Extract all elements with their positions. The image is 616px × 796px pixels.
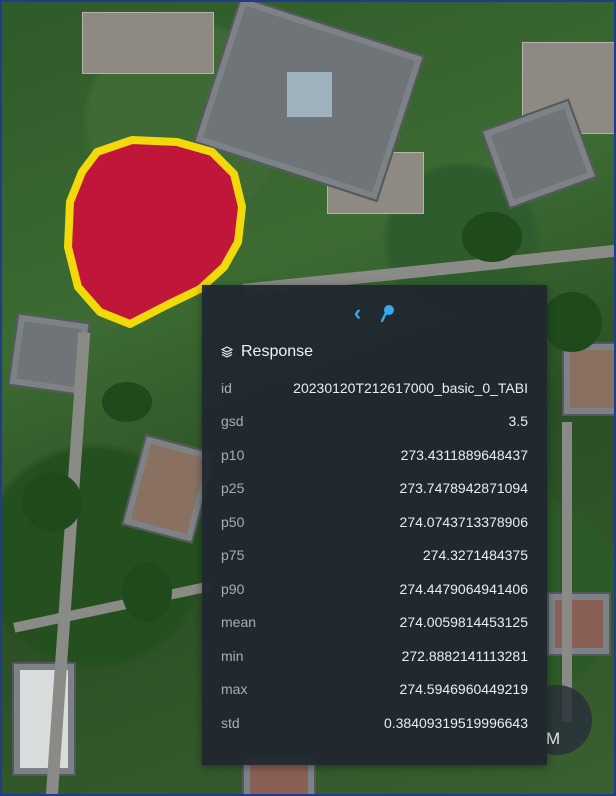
attribute-value: 3.5: [508, 413, 528, 430]
attribute-value: 273.7478942871094: [399, 480, 528, 497]
attribute-key: min: [221, 647, 244, 664]
attribute-value: 274.0743713378906: [399, 513, 528, 530]
attribute-key: id: [221, 379, 232, 396]
attribute-key: gsd: [221, 413, 244, 430]
popup-nav: ‹: [202, 285, 547, 341]
attribute-key: p10: [221, 446, 245, 463]
attribute-row: min 272.8882141113281: [202, 639, 547, 673]
attribute-row: p75 274.3271484375: [202, 539, 547, 573]
attribute-row: p90 274.4479064941406: [202, 572, 547, 606]
popup-title: Response: [241, 343, 314, 360]
attribute-value: 274.5946960449219: [399, 681, 528, 698]
attribute-value: 274.4479064941406: [399, 580, 528, 597]
floating-action-label: M: [546, 729, 561, 748]
attribute-key: max: [221, 681, 248, 698]
attribute-value: 273.4311889648437: [400, 446, 528, 463]
attribute-row: gsd 3.5: [202, 405, 547, 439]
attribute-value: 272.8882141113281: [401, 647, 528, 664]
attribute-key: p90: [221, 580, 245, 597]
attribute-value: 0.38409319519996643: [383, 714, 528, 731]
attribute-key: p75: [221, 547, 245, 564]
response-popup: ‹ Response id 20230120T212617000_basic_0_…: [202, 285, 547, 765]
map-pin-icon[interactable]: [381, 304, 395, 322]
attribute-row: p50 274.0743713378906: [202, 505, 547, 539]
layers-icon: [221, 346, 233, 358]
attribute-key: std: [221, 714, 240, 731]
attribute-key: p25: [221, 480, 245, 497]
attribute-row: mean 274.0059814453125: [202, 606, 547, 640]
attribute-table: id 20230120T212617000_basic_0_TABI gsd 3.5…: [202, 371, 547, 740]
attribute-value: 274.0059814453125: [399, 614, 528, 631]
map-view[interactable]: M ‹ Response id 20230120T212617000_basic_…: [0, 0, 616, 796]
popup-header: Response: [202, 341, 547, 363]
attribute-row: std 0.38409319519996643: [202, 706, 547, 740]
attribute-key: p50: [221, 513, 245, 530]
chevron-left-icon[interactable]: ‹: [354, 302, 361, 324]
attribute-row: p10 273.4311889648437: [202, 438, 547, 472]
attribute-row: p25 273.7478942871094: [202, 472, 547, 506]
attribute-key: mean: [221, 614, 257, 631]
attribute-value: 274.3271484375: [422, 547, 528, 564]
attribute-row: id 20230120T212617000_basic_0_TABI: [202, 371, 547, 405]
attribute-value: 20230120T212617000_basic_0_TABI: [293, 379, 528, 396]
attribute-row: max 274.5946960449219: [202, 673, 547, 707]
